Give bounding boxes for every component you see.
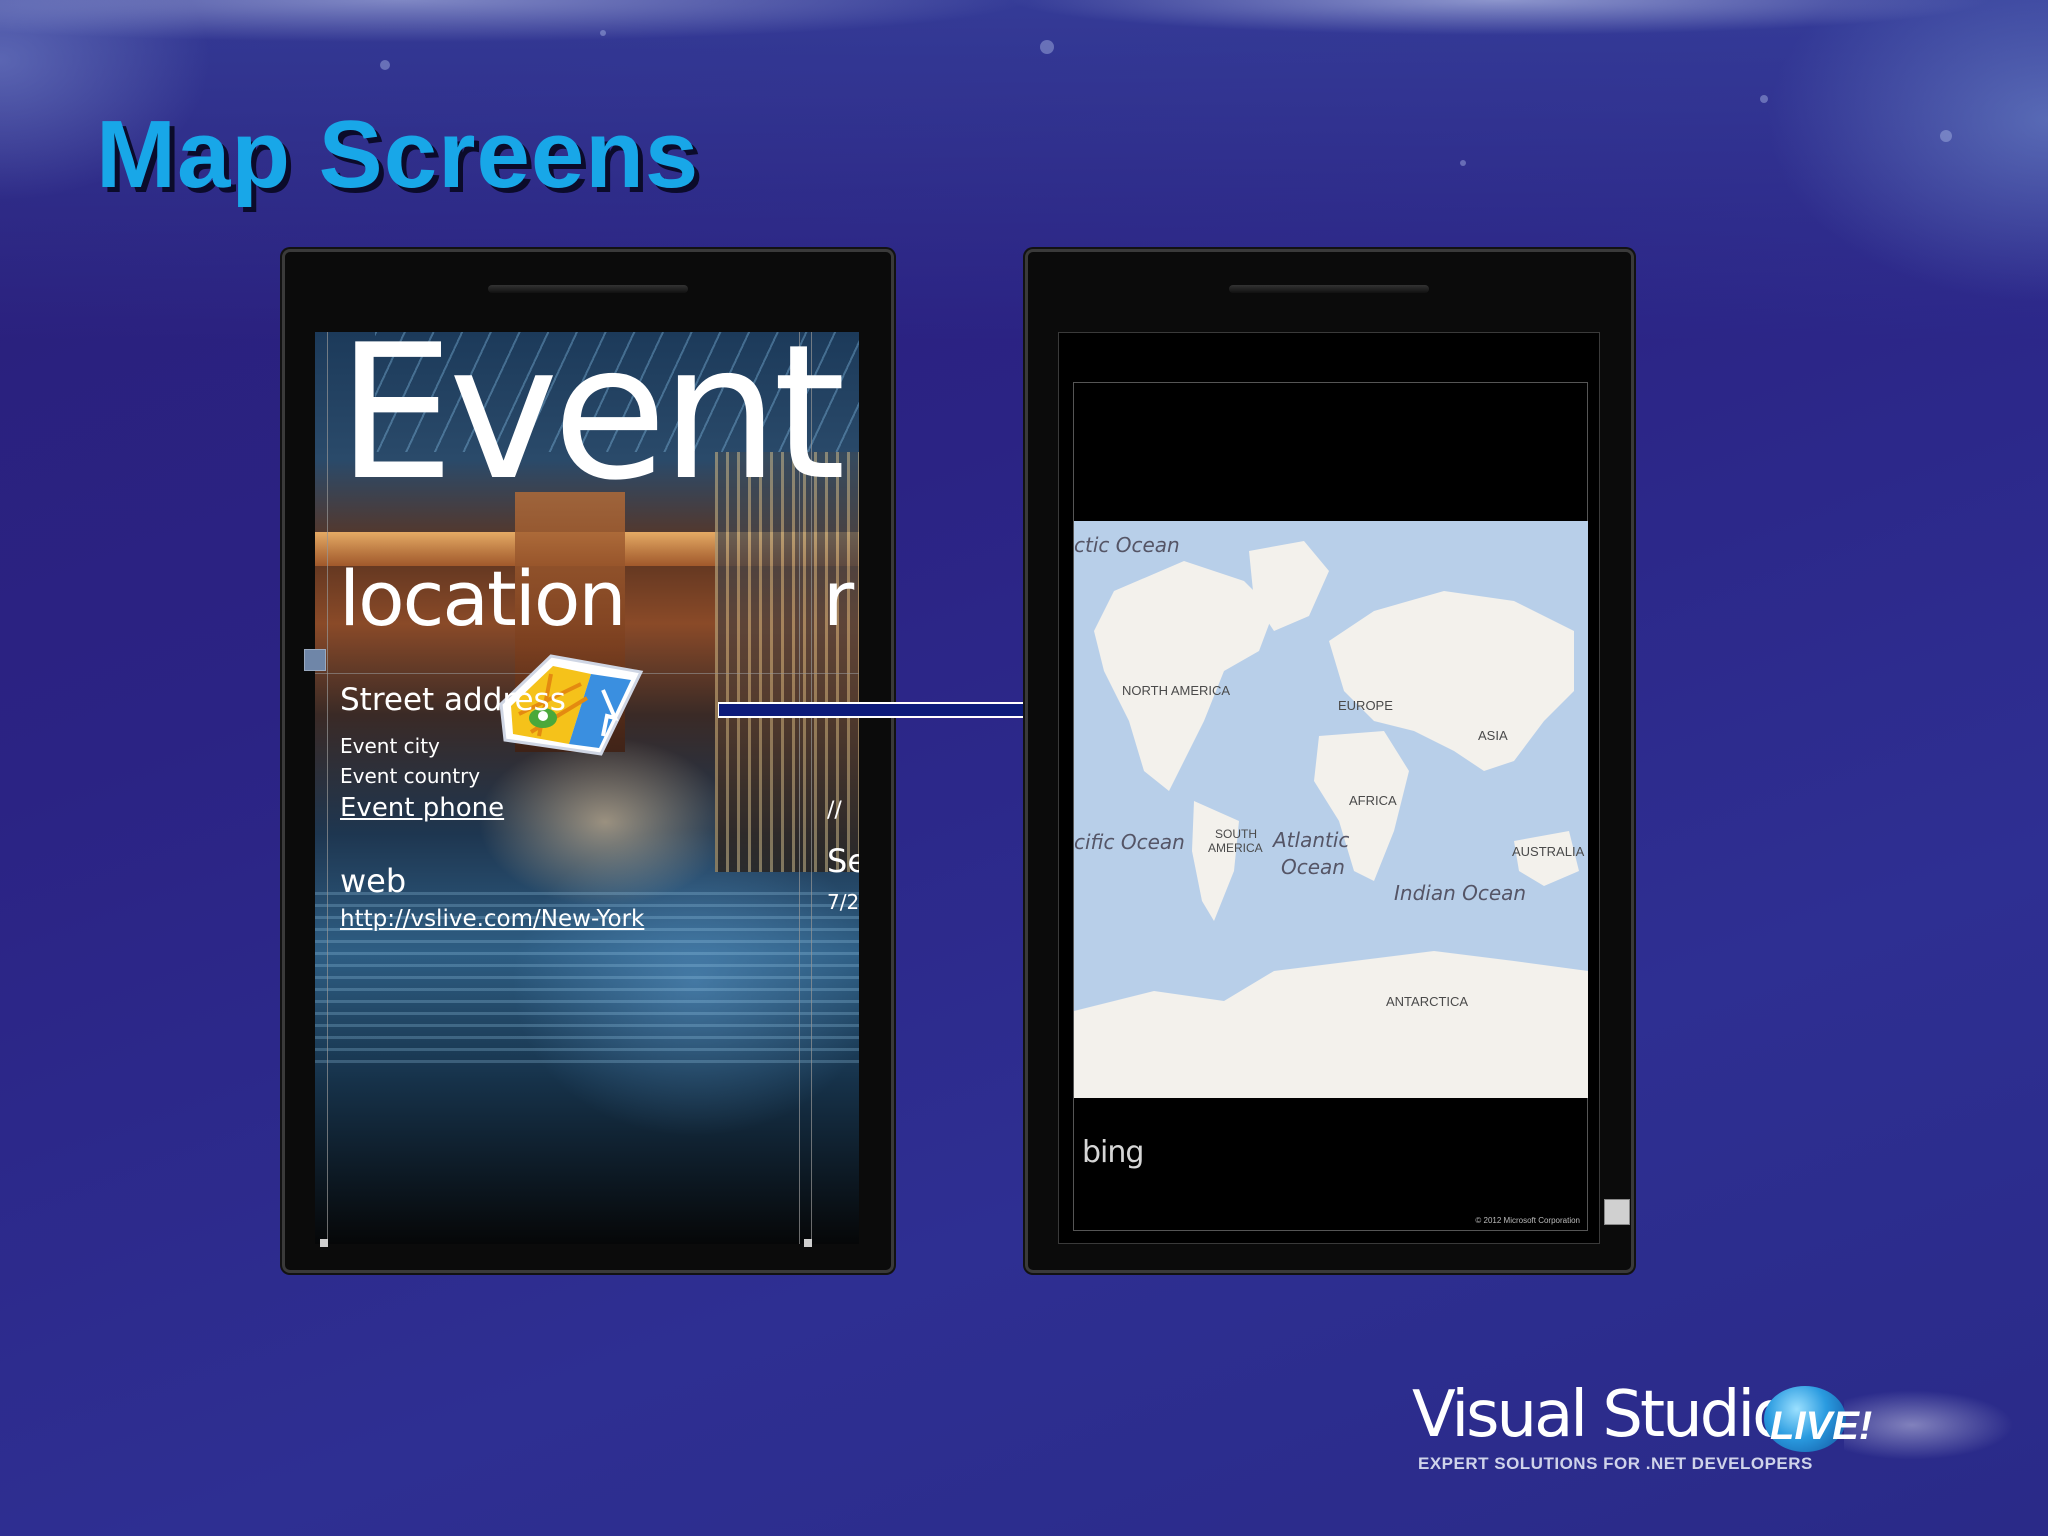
- ocean-label: cific Ocean: [1074, 830, 1185, 854]
- continent-label: NORTH AMERICA: [1122, 683, 1231, 698]
- next-pane-fragment: Se: [827, 842, 859, 880]
- resize-handle[interactable]: [804, 1239, 812, 1247]
- texture-speck: [1460, 160, 1466, 166]
- event-city: Event city: [340, 734, 440, 758]
- street-address: Street address: [340, 682, 566, 718]
- phone-frame-map: ctic Ocean NORTH AMERICA EUROPE ASIA AFR…: [1025, 249, 1634, 1273]
- continent-label: SOUTH: [1215, 827, 1257, 841]
- designer-anchor-handle[interactable]: [304, 649, 326, 671]
- next-pane-fragment: //: [827, 798, 842, 823]
- continent-label: AFRICA: [1349, 793, 1397, 808]
- world-map-landmass: [1074, 541, 1588, 1098]
- world-map[interactable]: ctic Ocean NORTH AMERICA EUROPE ASIA AFR…: [1074, 521, 1588, 1098]
- texture-speck: [380, 60, 390, 70]
- layout-guide: [327, 332, 328, 1244]
- ocean-label: ctic Ocean: [1074, 533, 1180, 557]
- ocean-label: Indian Ocean: [1394, 881, 1527, 905]
- continent-label: EUROPE: [1338, 698, 1393, 713]
- slide-title: Map Screens: [96, 101, 700, 208]
- map-copyright: © 2012 Microsoft Corporation: [1475, 1216, 1580, 1225]
- ocean-label: Atlantic: [1273, 828, 1350, 852]
- event-country: Event country: [340, 764, 481, 788]
- visual-studio-live-logo: Visual Studio LIVE! EXPERT SOLUTIONS FOR…: [1412, 1378, 2014, 1488]
- next-pane-fragment: 7/2: [827, 890, 859, 914]
- continent-label: ANTARCTICA: [1386, 994, 1469, 1009]
- continent-label: ASIA: [1478, 728, 1508, 743]
- map-screen: ctic Ocean NORTH AMERICA EUROPE ASIA AFR…: [1058, 332, 1600, 1244]
- pivot-header-location[interactable]: location: [339, 554, 627, 643]
- web-label: web: [340, 862, 407, 900]
- phone-speaker: [1229, 285, 1429, 293]
- texture-speck: [1040, 40, 1054, 54]
- logo-wordmark: Visual Studio: [1412, 1378, 1791, 1452]
- logo-badge-text: LIVE!: [1770, 1404, 1873, 1448]
- event-phone-link[interactable]: Event phone: [340, 793, 504, 823]
- expand-icon[interactable]: [1604, 1199, 1630, 1225]
- phone-frame-event: Event location r Street address Event ci…: [282, 249, 894, 1273]
- event-location-screen: Event location r Street address Event ci…: [315, 332, 859, 1244]
- continent-label: AUSTRALIA: [1512, 844, 1585, 859]
- texture-speck: [1760, 95, 1768, 103]
- logo-tagline: EXPERT SOLUTIONS FOR .NET DEVELOPERS: [1418, 1454, 1813, 1473]
- pivot-header-next[interactable]: r: [823, 554, 854, 643]
- ocean-label: Ocean: [1281, 855, 1345, 879]
- phone-speaker: [488, 285, 688, 293]
- continent-label: AMERICA: [1208, 841, 1263, 855]
- event-title: Event: [337, 332, 846, 521]
- bing-logo: bing: [1082, 1135, 1144, 1170]
- texture-speck: [600, 30, 606, 36]
- resize-handle[interactable]: [320, 1239, 328, 1247]
- web-url-link[interactable]: http://vslive.com/New-York: [340, 906, 644, 932]
- texture-speck: [1940, 130, 1952, 142]
